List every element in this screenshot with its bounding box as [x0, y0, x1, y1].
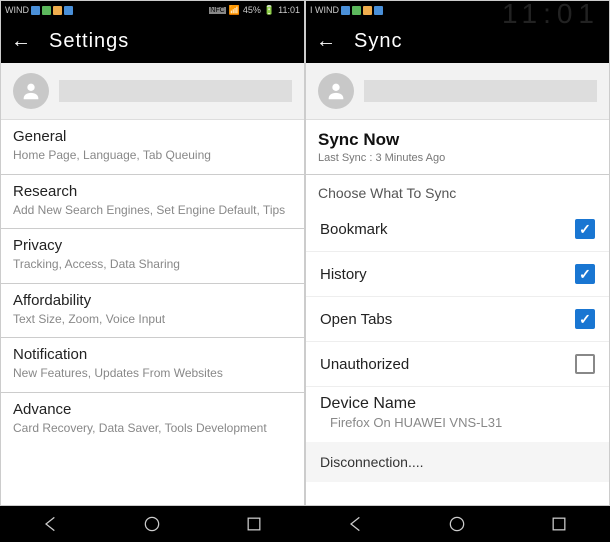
account-placeholder	[59, 80, 292, 102]
carrier-label: WIND	[5, 5, 29, 15]
battery-icon: 🔋	[264, 5, 275, 16]
settings-screen: WIND NFC 📶 45% 🔋 11:01 ← Settings	[0, 0, 305, 506]
check-label: Open Tabs	[320, 311, 392, 328]
nfc-icon: NFC	[209, 7, 225, 14]
device-name-row[interactable]: Device Name Firefox On HUAWEI VNS-L31	[306, 387, 609, 436]
disconnect-row[interactable]: Disconnection....	[306, 442, 609, 482]
bookmark-row[interactable]: Bookmark	[306, 207, 609, 252]
checkbox[interactable]	[575, 354, 595, 374]
sync-screen: I WIND ← Sync Sync Now Last Sync : 3 Min…	[305, 0, 610, 506]
nav-recent-icon[interactable]	[549, 514, 569, 534]
signal-icon: 📶	[229, 5, 240, 16]
section-title: Advance	[13, 401, 292, 418]
section-title: Research	[13, 183, 292, 200]
notification-section[interactable]: Notification New Features, Updates From …	[1, 338, 304, 393]
check-label: Bookmark	[320, 221, 388, 238]
device-title: Device Name	[320, 395, 595, 413]
section-sub: Tracking, Access, Data Sharing	[13, 257, 292, 273]
checkbox[interactable]	[575, 264, 595, 284]
section-sub: Text Size, Zoom, Voice Input	[13, 312, 292, 328]
back-icon[interactable]: ←	[11, 30, 31, 53]
nav-bar	[0, 506, 610, 542]
general-section[interactable]: General Home Page, Language, Tab Queuing	[1, 120, 304, 175]
settings-header: ← Settings	[1, 19, 304, 63]
app-icon	[352, 6, 361, 15]
privacy-section[interactable]: Privacy Tracking, Access, Data Sharing	[1, 229, 304, 284]
avatar-icon	[13, 73, 49, 109]
app-icon	[363, 6, 372, 15]
section-sub: Card Recovery, Data Saver, Tools Develop…	[13, 421, 292, 437]
account-row[interactable]	[1, 63, 304, 120]
open-tabs-row[interactable]: Open Tabs	[306, 297, 609, 342]
sync-now-label: Sync Now	[318, 130, 597, 150]
section-sub: Home Page, Language, Tab Queuing	[13, 148, 292, 164]
app-icon	[53, 6, 62, 15]
history-row[interactable]: History	[306, 252, 609, 297]
section-sub: New Features, Updates From Websites	[13, 366, 292, 382]
status-bar: WIND NFC 📶 45% 🔋 11:01	[1, 1, 304, 19]
affordability-section[interactable]: Affordability Text Size, Zoom, Voice Inp…	[1, 284, 304, 339]
carrier-label: I WIND	[310, 5, 339, 15]
account-placeholder	[364, 80, 597, 102]
checkbox[interactable]	[575, 219, 595, 239]
avatar-icon	[318, 73, 354, 109]
account-row[interactable]	[306, 63, 609, 120]
sync-now-row[interactable]: Sync Now Last Sync : 3 Minutes Ago	[306, 120, 609, 175]
app-icon	[341, 6, 350, 15]
time-label: 11:01	[278, 5, 300, 15]
advance-section[interactable]: Advance Card Recovery, Data Saver, Tools…	[1, 393, 304, 447]
section-sub: Add New Search Engines, Set Engine Defau…	[13, 203, 292, 219]
battery-label: 45%	[243, 5, 261, 15]
nav-recent-icon[interactable]	[244, 514, 264, 534]
app-icon	[31, 6, 40, 15]
app-icon	[374, 6, 383, 15]
choose-header: Choose What To Sync	[306, 175, 609, 207]
app-icon	[42, 6, 51, 15]
section-title: General	[13, 128, 292, 145]
check-label: History	[320, 266, 367, 283]
unauthorized-row[interactable]: Unauthorized	[306, 342, 609, 387]
check-label: Unauthorized	[320, 356, 409, 373]
section-title: Affordability	[13, 292, 292, 309]
nav-home-icon[interactable]	[447, 514, 467, 534]
nav-home-icon[interactable]	[142, 514, 162, 534]
back-icon[interactable]: ←	[316, 30, 336, 53]
nav-back-icon[interactable]	[41, 514, 61, 534]
page-title: Sync	[354, 30, 402, 53]
last-sync-label: Last Sync : 3 Minutes Ago	[318, 152, 597, 164]
section-title: Notification	[13, 346, 292, 363]
device-value: Firefox On HUAWEI VNS-L31	[320, 415, 595, 430]
nav-back-icon[interactable]	[346, 514, 366, 534]
checkbox[interactable]	[575, 309, 595, 329]
section-title: Privacy	[13, 237, 292, 254]
app-icon	[64, 6, 73, 15]
research-section[interactable]: Research Add New Search Engines, Set Eng…	[1, 175, 304, 230]
page-title: Settings	[49, 30, 129, 53]
clock-overlay: 11:01	[502, 0, 600, 30]
